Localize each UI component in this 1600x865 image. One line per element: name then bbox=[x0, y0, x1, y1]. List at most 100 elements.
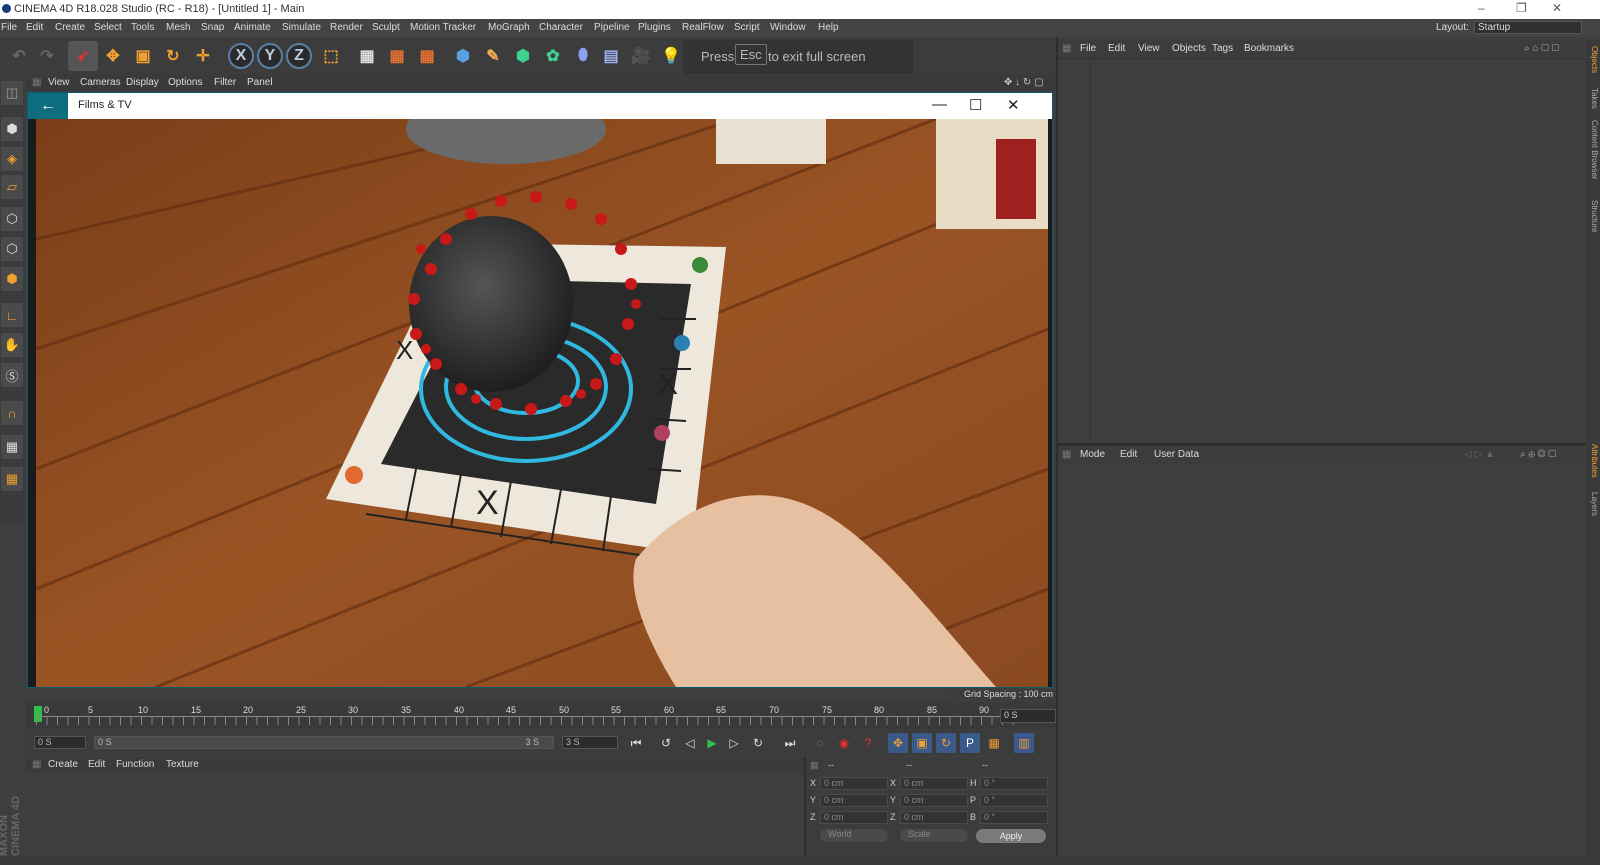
viewport-menu-options[interactable]: Options bbox=[168, 77, 202, 88]
prev-frame-icon[interactable]: ◁ bbox=[680, 733, 700, 753]
points-mode-icon[interactable]: ⬡ bbox=[1, 207, 23, 231]
menu-simulate[interactable]: Simulate bbox=[282, 22, 321, 33]
z-axis-lock-icon[interactable]: Z bbox=[286, 43, 312, 69]
deformer-icon[interactable]: ⬮ bbox=[568, 41, 598, 71]
timeline-window-icon[interactable]: ▥ bbox=[1014, 733, 1034, 753]
menu-help[interactable]: Help bbox=[818, 22, 839, 33]
rotate-icon[interactable]: ↻ bbox=[158, 41, 188, 71]
floor-icon[interactable]: ▤ bbox=[596, 41, 626, 71]
play-icon[interactable]: ▶ bbox=[702, 733, 722, 753]
viewport-menu-cameras[interactable]: Cameras bbox=[80, 77, 121, 88]
key-position-icon[interactable]: ✥ bbox=[888, 733, 908, 753]
redo-icon[interactable]: ↷ bbox=[32, 41, 62, 71]
start-time-field[interactable]: 0 S bbox=[34, 736, 86, 749]
model-mode-icon[interactable]: ⬢ bbox=[1, 117, 23, 141]
transform-icon[interactable]: ✛ bbox=[188, 41, 218, 71]
menu-window[interactable]: Window bbox=[770, 22, 806, 33]
viewport-menu-panel[interactable]: Panel bbox=[247, 77, 273, 88]
films-minimize-button[interactable]: — bbox=[932, 96, 947, 113]
camera-icon[interactable]: 🎥 bbox=[626, 41, 656, 71]
locked-workplane-icon[interactable]: ▦ bbox=[1, 467, 23, 491]
world-dropdown[interactable]: World bbox=[820, 829, 888, 842]
minimize-button[interactable]: – bbox=[1478, 1, 1485, 15]
tab-objects[interactable]: Objects bbox=[1587, 46, 1599, 73]
snap-icon[interactable]: ∩ bbox=[1, 401, 23, 425]
rot-h-field[interactable]: 0 ° bbox=[980, 777, 1048, 790]
tab-structure[interactable]: Structure bbox=[1587, 200, 1599, 232]
menu-select[interactable]: Select bbox=[94, 22, 122, 33]
restore-button[interactable]: ❐ bbox=[1516, 1, 1527, 15]
menu-pipeline[interactable]: Pipeline bbox=[594, 22, 630, 33]
pen-spline-icon[interactable]: ✎ bbox=[478, 41, 508, 71]
viewport-menu-display[interactable]: Display bbox=[126, 77, 159, 88]
time-range-slider[interactable]: 0 S 3 S bbox=[94, 736, 554, 749]
viewport-menu-filter[interactable]: Filter bbox=[214, 77, 236, 88]
autokey-icon[interactable]: ? bbox=[858, 733, 878, 753]
subdivision-surface-icon[interactable]: ⬢ bbox=[508, 41, 538, 71]
menu-sculpt[interactable]: Sculpt bbox=[372, 22, 400, 33]
size-y-field[interactable]: 0 cm bbox=[900, 794, 968, 807]
viewport-nav-icons[interactable]: ✥ ↓ ↻ ▢ bbox=[1004, 77, 1044, 88]
attribute-menu-mode[interactable]: Mode bbox=[1080, 449, 1105, 460]
cube-object-icon[interactable]: ⬢ bbox=[448, 41, 478, 71]
object-menu-view[interactable]: View bbox=[1138, 43, 1160, 54]
menu-snap[interactable]: Snap bbox=[201, 22, 224, 33]
menu-edit[interactable]: Edit bbox=[26, 22, 43, 33]
scale-dropdown[interactable]: Scale bbox=[900, 829, 968, 842]
menu-animate[interactable]: Animate bbox=[234, 22, 271, 33]
films-close-button[interactable]: ✕ bbox=[1007, 96, 1020, 114]
object-menu-file[interactable]: File bbox=[1080, 43, 1096, 54]
go-to-end-icon[interactable]: ⏭ bbox=[780, 733, 800, 753]
current-frame-field[interactable]: 0 S bbox=[1000, 709, 1056, 723]
render-picture-viewer-icon[interactable]: ▦ bbox=[382, 41, 412, 71]
material-menu-function[interactable]: Function bbox=[116, 759, 154, 770]
timeline-ruler[interactable]: 0 5 10 15 20 25 30 35 40 45 50 55 60 65 … bbox=[26, 702, 1056, 730]
live-selection-icon[interactable]: ➶ bbox=[68, 41, 98, 71]
next-frame-icon[interactable]: ▷ bbox=[724, 733, 744, 753]
pos-z-field[interactable]: 0 cm bbox=[820, 811, 888, 824]
layout-select[interactable]: Startup bbox=[1474, 21, 1582, 34]
object-menu-tags[interactable]: Tags bbox=[1212, 43, 1233, 54]
texture-mode-icon[interactable]: ◈ bbox=[1, 147, 23, 171]
make-editable-icon[interactable]: ◫ bbox=[1, 81, 23, 105]
menu-create[interactable]: Create bbox=[55, 22, 85, 33]
material-area[interactable] bbox=[26, 774, 804, 856]
material-menu-texture[interactable]: Texture bbox=[166, 759, 199, 770]
arrow-left-icon[interactable]: ← bbox=[28, 93, 68, 119]
key-parameter-icon[interactable]: P bbox=[960, 733, 980, 753]
key-pla-icon[interactable]: ▦ bbox=[984, 733, 1004, 753]
attribute-search-icon[interactable]: ⌕ ⊕ ◎ ▢ bbox=[1520, 449, 1556, 460]
light-icon[interactable]: 💡 bbox=[656, 41, 686, 71]
pos-y-field[interactable]: 0 cm bbox=[820, 794, 888, 807]
attribute-nav-icons[interactable]: ◁ ▷ ▲ bbox=[1464, 449, 1495, 460]
key-rotation-icon[interactable]: ↻ bbox=[936, 733, 956, 753]
size-z-field[interactable]: 0 cm bbox=[900, 811, 968, 824]
menu-motion-tracker[interactable]: Motion Tracker bbox=[410, 22, 476, 33]
tab-content-browser[interactable]: Content Browser bbox=[1587, 120, 1599, 180]
menu-mesh[interactable]: Mesh bbox=[166, 22, 190, 33]
apply-button[interactable]: Apply bbox=[976, 829, 1046, 843]
menu-plugins[interactable]: Plugins bbox=[638, 22, 671, 33]
object-search-icon[interactable]: ⌕ ⌂ ▢ ▢ bbox=[1524, 43, 1559, 54]
edges-mode-icon[interactable]: ⬡ bbox=[1, 237, 23, 261]
tab-layers[interactable]: Layers bbox=[1587, 492, 1599, 516]
rot-p-field[interactable]: 0 ° bbox=[980, 794, 1048, 807]
films-maximize-button[interactable]: ☐ bbox=[969, 96, 982, 114]
object-menu-objects[interactable]: Objects bbox=[1172, 43, 1206, 54]
go-to-start-icon[interactable]: ⏮ bbox=[626, 733, 646, 753]
attribute-menu-user-data[interactable]: User Data bbox=[1154, 449, 1199, 460]
undo-icon[interactable]: ↶ bbox=[4, 41, 34, 71]
record-active-icon[interactable]: ◉ bbox=[834, 733, 854, 753]
menu-mograph[interactable]: MoGraph bbox=[488, 22, 530, 33]
attribute-manager-area[interactable] bbox=[1058, 464, 1584, 856]
tweak-mode-icon[interactable]: ✋ bbox=[1, 333, 23, 357]
render-view-icon[interactable]: ▦ bbox=[352, 41, 382, 71]
right-horizontal-divider[interactable] bbox=[1058, 443, 1586, 446]
menu-render[interactable]: Render bbox=[330, 22, 363, 33]
workplane-lock-icon[interactable]: ▦ bbox=[1, 435, 23, 459]
x-axis-lock-icon[interactable]: X bbox=[228, 43, 254, 69]
axis-mode-icon[interactable]: ∟ bbox=[1, 303, 23, 327]
main-vertical-divider[interactable] bbox=[1056, 37, 1058, 857]
render-settings-icon[interactable]: ▦ bbox=[412, 41, 442, 71]
solo-icon[interactable]: Ⓢ bbox=[1, 363, 23, 387]
